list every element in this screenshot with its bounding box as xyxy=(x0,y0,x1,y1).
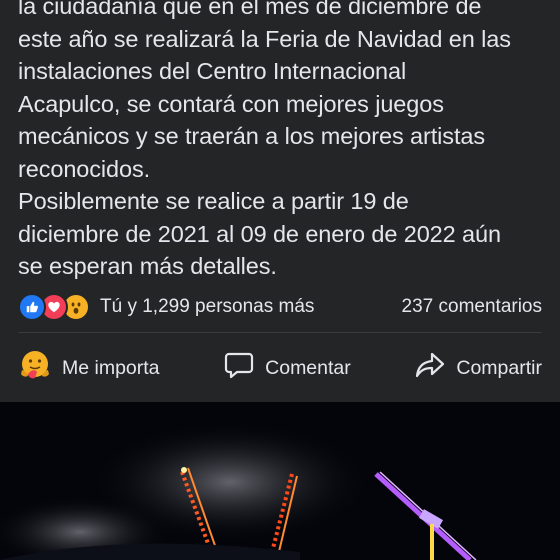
post-text: la ciudadanía que en el mes de diciembre… xyxy=(18,0,511,279)
comment-button[interactable]: Comentar xyxy=(223,349,351,387)
fair-night-photo xyxy=(0,402,560,560)
reactions-bar[interactable]: Tú y 1,299 personas más 237 comentarios xyxy=(18,292,542,322)
reaction-summary[interactable]: Tú y 1,299 personas más xyxy=(100,296,314,318)
care-emoji-icon xyxy=(18,348,52,388)
post-actions: Me importa Comentar Compartir xyxy=(0,344,560,392)
care-label: Me importa xyxy=(62,356,160,379)
share-icon xyxy=(414,349,446,387)
like-icon xyxy=(18,293,46,321)
care-button[interactable]: Me importa xyxy=(18,348,160,388)
reaction-icons[interactable] xyxy=(18,293,90,321)
share-label: Compartir xyxy=(456,356,542,379)
share-button[interactable]: Compartir xyxy=(414,349,542,387)
post-photo[interactable] xyxy=(0,402,560,560)
comment-label: Comentar xyxy=(265,356,351,379)
divider xyxy=(18,332,542,333)
comments-count[interactable]: 237 comentarios xyxy=(402,296,542,318)
comment-icon xyxy=(223,349,255,387)
